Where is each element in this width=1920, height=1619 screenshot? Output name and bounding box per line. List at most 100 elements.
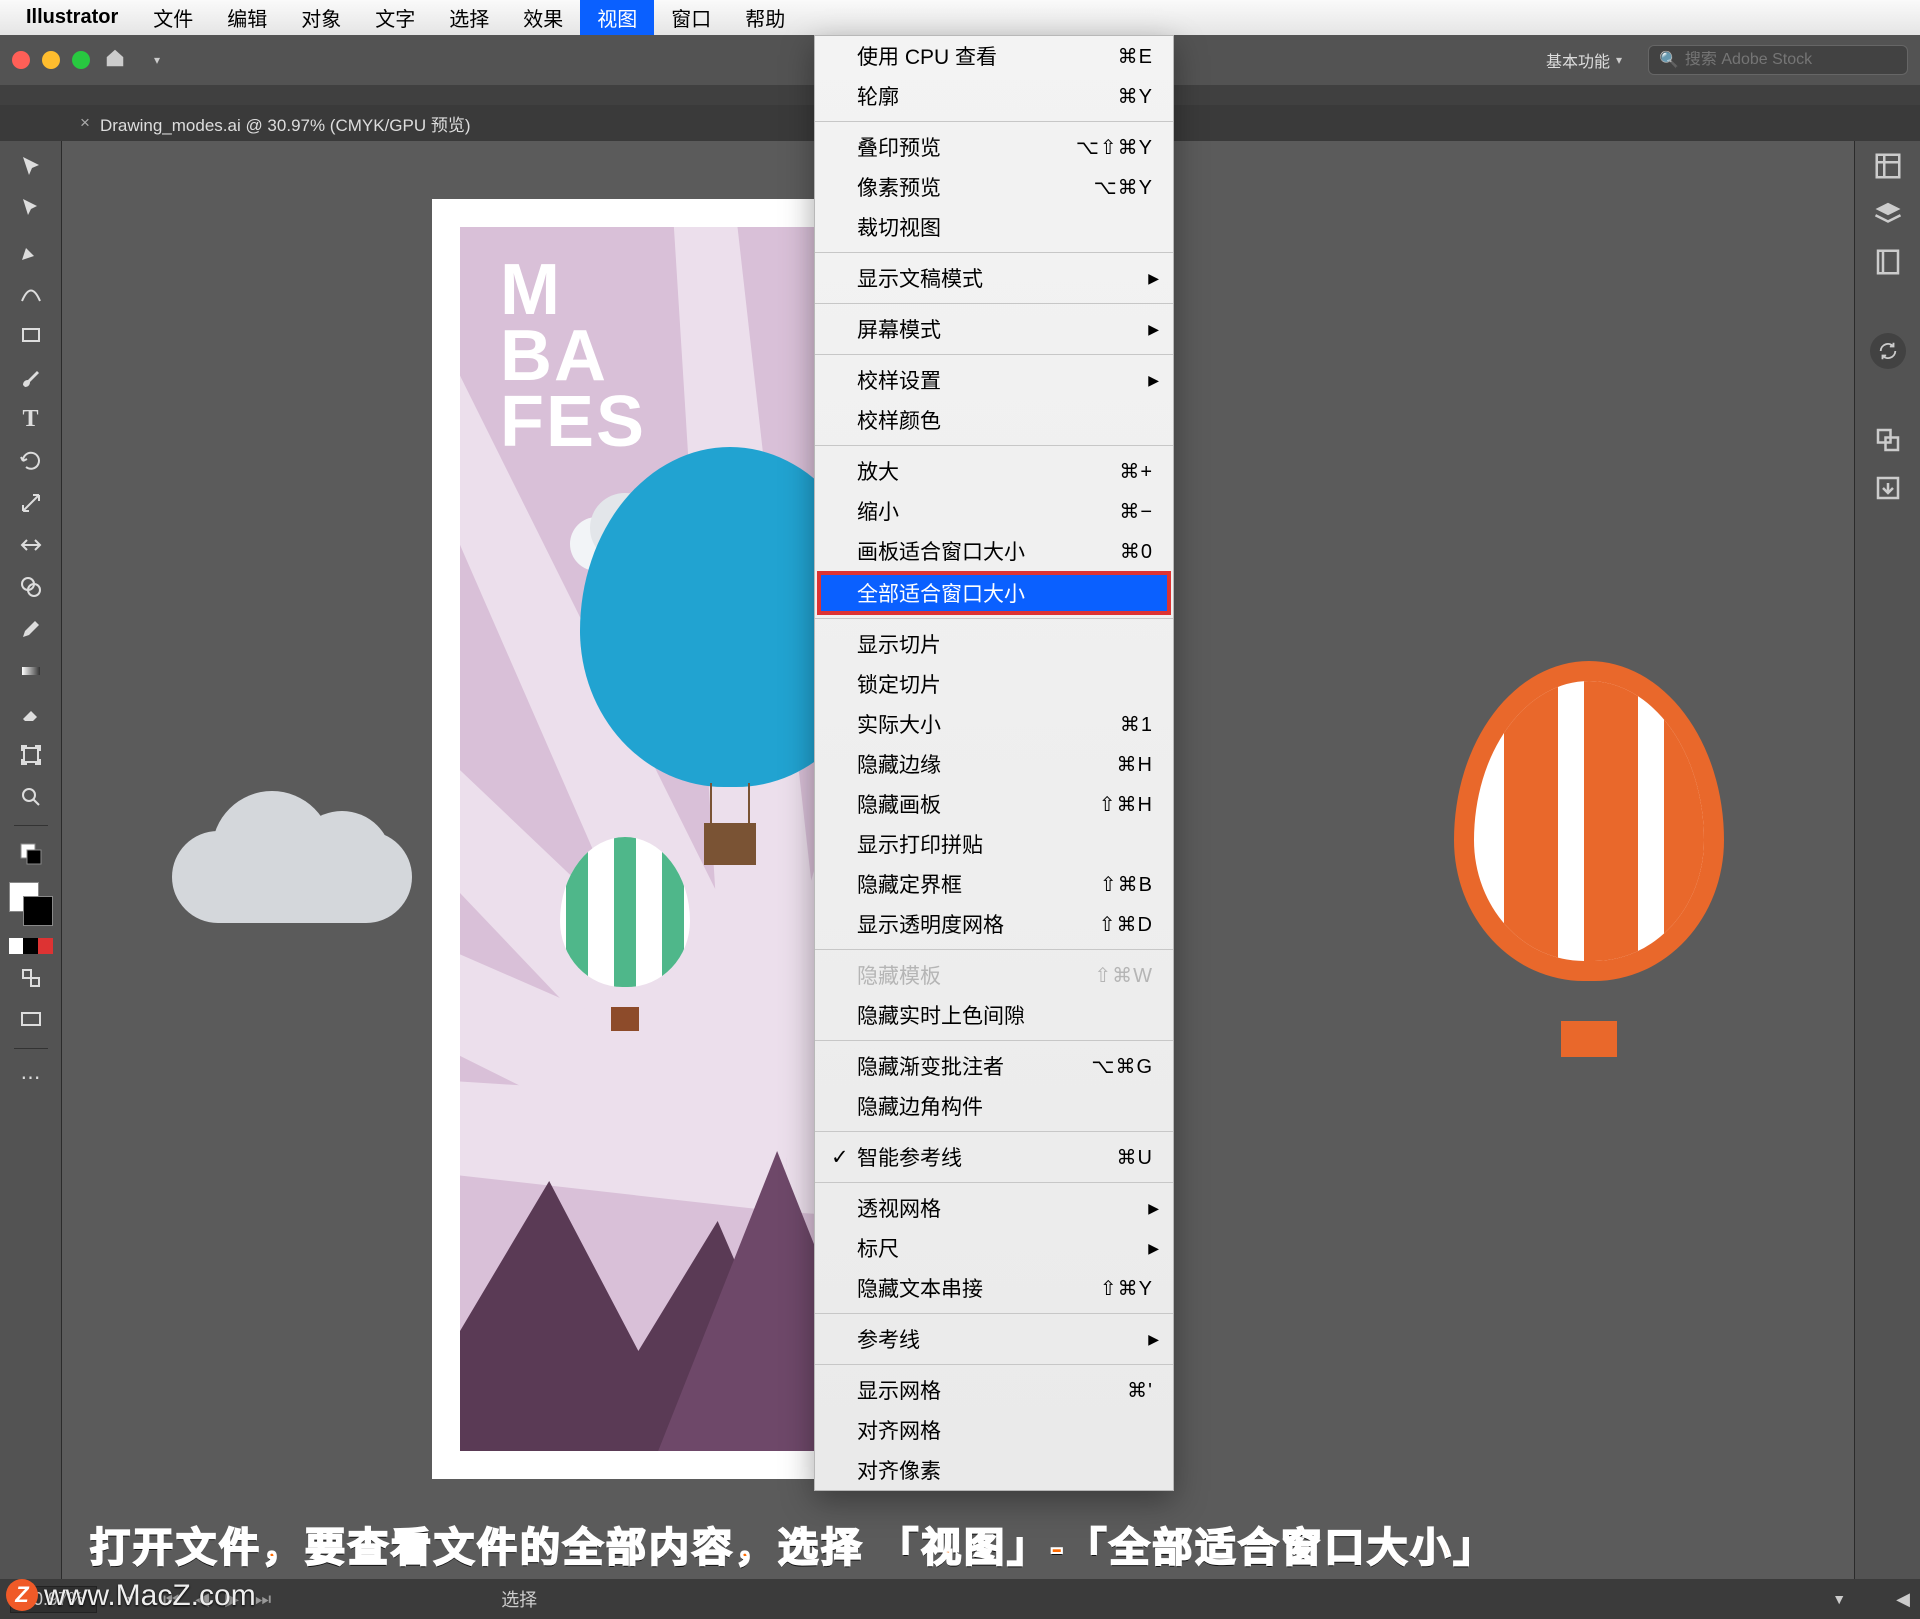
- menu-item[interactable]: 画板适合窗口大小⌘0: [815, 531, 1173, 571]
- scroll-left-icon[interactable]: ◀: [1896, 1589, 1910, 1610]
- menu-item[interactable]: 显示透明度网格⇧⌘D: [815, 904, 1173, 944]
- status-dropdown-icon[interactable]: ▼: [1832, 1591, 1846, 1607]
- menu-edit[interactable]: 编辑: [210, 0, 284, 35]
- poster-title-line: BA: [500, 323, 646, 389]
- menu-window[interactable]: 窗口: [654, 0, 728, 35]
- curvature-tool-icon[interactable]: [11, 275, 51, 311]
- last-artboard-icon[interactable]: ⏭: [255, 1589, 271, 1610]
- menu-item[interactable]: 显示网格⌘': [815, 1370, 1173, 1410]
- fill-stroke-swatch[interactable]: [9, 882, 53, 926]
- menu-item[interactable]: 显示打印拼贴: [815, 824, 1173, 864]
- menu-item[interactable]: 隐藏边缘⌘H: [815, 744, 1173, 784]
- menu-item[interactable]: 校样颜色: [815, 400, 1173, 440]
- menu-item[interactable]: 像素预览⌥⌘Y: [815, 167, 1173, 207]
- menu-item[interactable]: 叠印预览⌥⇧⌘Y: [815, 127, 1173, 167]
- menu-item[interactable]: 隐藏实时上色间隙: [815, 995, 1173, 1035]
- edit-toolbar-icon[interactable]: ⋯: [11, 1059, 51, 1095]
- pen-tool-icon[interactable]: [11, 233, 51, 269]
- close-tab-icon[interactable]: ×: [80, 113, 90, 133]
- balloon-green-artwork: [560, 837, 690, 1031]
- brush-tool-icon[interactable]: [11, 359, 51, 395]
- menu-item[interactable]: 使用 CPU 查看⌘E: [815, 36, 1173, 76]
- app-name[interactable]: Illustrator: [26, 6, 118, 29]
- artboard-tool-icon[interactable]: [11, 737, 51, 773]
- selection-tool-icon[interactable]: [11, 149, 51, 185]
- menu-item-label: 屏幕模式: [857, 314, 941, 344]
- menu-item[interactable]: 锁定切片: [815, 664, 1173, 704]
- menu-item[interactable]: 智能参考线⌘U: [815, 1137, 1173, 1177]
- properties-panel-icon[interactable]: [1873, 151, 1903, 181]
- rectangle-tool-icon[interactable]: [11, 317, 51, 353]
- scale-tool-icon[interactable]: [11, 485, 51, 521]
- cc-sync-icon[interactable]: [1870, 333, 1906, 369]
- menu-item-shortcut: ⌥⌘G: [1091, 1054, 1153, 1079]
- menu-item[interactable]: 隐藏文本串接⇧⌘Y: [815, 1268, 1173, 1308]
- menu-item-shortcut: ⇧⌘H: [1099, 792, 1153, 817]
- draw-mode-icon[interactable]: [11, 960, 51, 996]
- menu-help[interactable]: 帮助: [728, 0, 802, 35]
- workspace-dropdown[interactable]: 基本功能 ▾: [1534, 44, 1634, 76]
- menu-object[interactable]: 对象: [284, 0, 358, 35]
- width-tool-icon[interactable]: [11, 527, 51, 563]
- menu-item[interactable]: 全部适合窗口大小: [819, 573, 1169, 613]
- menu-item-label: 显示打印拼贴: [857, 829, 983, 859]
- menu-item[interactable]: 隐藏定界框⇧⌘B: [815, 864, 1173, 904]
- menu-item-shortcut: ⌥⇧⌘Y: [1076, 135, 1153, 160]
- menu-item-shortcut: ⌘H: [1117, 752, 1153, 777]
- menu-item[interactable]: 显示切片: [815, 624, 1173, 664]
- fill-stroke-toggle-icon[interactable]: [11, 836, 51, 872]
- menu-item[interactable]: 校样设置: [815, 360, 1173, 400]
- mac-menubar: Illustrator 文件 编辑 对象 文字 选择 效果 视图 窗口 帮助: [0, 0, 1920, 35]
- color-mode-strip[interactable]: [9, 938, 53, 954]
- zoom-window-icon[interactable]: [72, 51, 90, 69]
- balloon-orange-artwork: [1454, 661, 1724, 1071]
- menu-item-label: 对齐网格: [857, 1415, 941, 1445]
- menu-item[interactable]: 标尺: [815, 1228, 1173, 1268]
- status-bar: 30.97% ▾ ⏮ ◀ ▶ ⏭ 选择 ▼ ◀: [0, 1579, 1920, 1619]
- direct-selection-tool-icon[interactable]: [11, 191, 51, 227]
- zoom-tool-icon[interactable]: [11, 779, 51, 815]
- menu-item[interactable]: 屏幕模式: [815, 309, 1173, 349]
- artboards-panel-icon[interactable]: [1873, 425, 1903, 455]
- menu-item[interactable]: 对齐网格: [815, 1410, 1173, 1450]
- close-window-icon[interactable]: [12, 51, 30, 69]
- menu-select[interactable]: 选择: [432, 0, 506, 35]
- menu-item-label: 隐藏定界框: [857, 869, 962, 899]
- menu-item[interactable]: 隐藏边角构件: [815, 1086, 1173, 1126]
- document-tab-title[interactable]: Drawing_modes.ai @ 30.97% (CMYK/GPU 预览): [100, 111, 471, 136]
- menu-item[interactable]: 放大⌘+: [815, 451, 1173, 491]
- type-tool-icon[interactable]: T: [11, 401, 51, 437]
- menu-item[interactable]: 参考线: [815, 1319, 1173, 1359]
- menu-item[interactable]: 轮廓⌘Y: [815, 76, 1173, 116]
- asset-export-panel-icon[interactable]: [1873, 473, 1903, 503]
- eraser-tool-icon[interactable]: [11, 695, 51, 731]
- menu-item[interactable]: 裁切视图: [815, 207, 1173, 247]
- eyedropper-tool-icon[interactable]: [11, 611, 51, 647]
- menu-item[interactable]: 缩小⌘−: [815, 491, 1173, 531]
- search-stock[interactable]: 🔍: [1648, 45, 1908, 75]
- menu-item-shortcut: ⌥⌘Y: [1094, 175, 1153, 200]
- rotate-tool-icon[interactable]: [11, 443, 51, 479]
- menu-item-label: 显示网格: [857, 1375, 941, 1405]
- shape-builder-tool-icon[interactable]: [11, 569, 51, 605]
- minimize-window-icon[interactable]: [42, 51, 60, 69]
- menu-type[interactable]: 文字: [358, 0, 432, 35]
- menu-file[interactable]: 文件: [136, 0, 210, 35]
- layers-panel-icon[interactable]: [1873, 199, 1903, 229]
- screen-mode-icon[interactable]: [11, 1002, 51, 1038]
- menu-view[interactable]: 视图: [580, 0, 654, 35]
- menu-item[interactable]: 显示文稿模式: [815, 258, 1173, 298]
- gradient-tool-icon[interactable]: [11, 653, 51, 689]
- window-controls: [12, 51, 90, 69]
- menu-item[interactable]: 隐藏画板⇧⌘H: [815, 784, 1173, 824]
- menu-item[interactable]: 实际大小⌘1: [815, 704, 1173, 744]
- chevron-down-icon[interactable]: ▾: [154, 53, 160, 67]
- menu-item[interactable]: 对齐像素: [815, 1450, 1173, 1490]
- menu-effect[interactable]: 效果: [506, 0, 580, 35]
- menu-item[interactable]: 隐藏渐变批注者⌥⌘G: [815, 1046, 1173, 1086]
- search-input[interactable]: [1685, 51, 1897, 69]
- menu-item[interactable]: 透视网格: [815, 1188, 1173, 1228]
- libraries-panel-icon[interactable]: [1873, 247, 1903, 277]
- menu-separator: [815, 354, 1173, 355]
- home-icon[interactable]: [104, 47, 126, 74]
